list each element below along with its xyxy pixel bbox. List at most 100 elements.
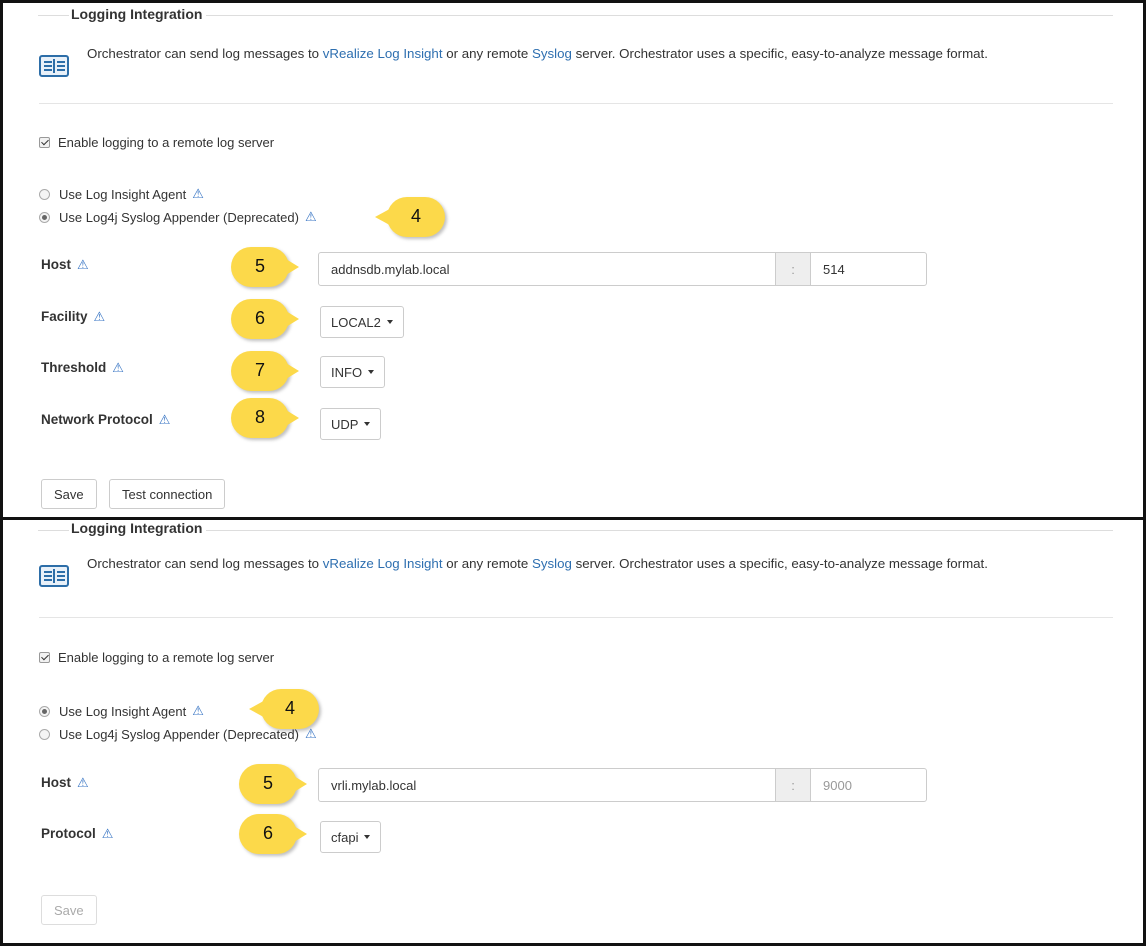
- warning-icon[interactable]: ⚠: [94, 309, 106, 325]
- radio-agent-label: Use Log Insight Agent: [59, 186, 187, 202]
- port-input[interactable]: 514: [811, 253, 926, 285]
- warning-icon[interactable]: ⚠: [112, 360, 124, 376]
- callout-number: 5: [254, 256, 265, 276]
- syslog-link[interactable]: Syslog: [532, 556, 572, 571]
- intro-mid: or any remote: [442, 556, 532, 571]
- section-title: Logging Integration: [69, 520, 207, 536]
- intro-pre: Orchestrator can send log messages to: [87, 556, 323, 571]
- callout-badge: 7: [231, 351, 299, 391]
- logging-panel-log4j: Logging Integration Orchestrator can sen…: [0, 0, 1146, 519]
- radio-log-insight-agent[interactable]: Use Log Insight Agent ⚠: [39, 186, 204, 202]
- intro-text: Orchestrator can send log messages to vR…: [87, 555, 988, 573]
- network-protocol-label-text: Network Protocol: [41, 412, 153, 427]
- protocol-dropdown[interactable]: cfapi: [320, 821, 382, 853]
- checkbox-checked-icon[interactable]: [39, 137, 50, 148]
- facility-label-text: Facility: [41, 309, 88, 324]
- host-label: Host ⚠: [41, 775, 89, 791]
- host-label: Host ⚠: [41, 257, 89, 273]
- radio-on-icon[interactable]: [39, 705, 50, 717]
- protocol-value: cfapi: [331, 829, 359, 845]
- intro-row: Orchestrator can send log messages to vR…: [39, 555, 988, 587]
- intro-pre: Orchestrator can send log messages to: [87, 46, 323, 61]
- facility-value: LOCAL2: [331, 314, 381, 330]
- callout-number: 6: [262, 823, 273, 843]
- book-icon: [39, 55, 69, 77]
- callout-number: 4: [284, 698, 295, 718]
- checkbox-checked-icon[interactable]: [39, 652, 50, 663]
- logging-panel-agent: Logging Integration Orchestrator can sen…: [0, 517, 1146, 946]
- enable-logging-checkbox[interactable]: Enable logging to a remote log server: [39, 135, 274, 150]
- callout-number: 4: [410, 206, 421, 226]
- callout-badge: 8: [231, 398, 299, 438]
- threshold-label-text: Threshold: [41, 360, 107, 375]
- radio-log-insight-agent[interactable]: Use Log Insight Agent ⚠: [39, 703, 204, 719]
- save-button[interactable]: Save: [41, 479, 97, 509]
- section-title: Logging Integration: [69, 6, 207, 22]
- callout-number: 6: [254, 308, 265, 328]
- callout-number: 8: [254, 407, 265, 427]
- radio-off-icon[interactable]: [39, 188, 50, 200]
- callout-number: 7: [254, 360, 265, 380]
- protocol-label-text: Protocol: [41, 826, 96, 841]
- divider: [39, 103, 1113, 104]
- enable-logging-checkbox[interactable]: Enable logging to a remote log server: [39, 650, 274, 665]
- callout-badge: 5: [231, 247, 299, 287]
- warning-icon[interactable]: ⚠: [102, 826, 114, 842]
- host-label-text: Host: [41, 257, 71, 272]
- network-protocol-label: Network Protocol ⚠: [41, 412, 170, 428]
- facility-label: Facility ⚠: [41, 309, 105, 325]
- enable-logging-label: Enable logging to a remote log server: [58, 650, 275, 665]
- warning-icon[interactable]: ⚠: [77, 775, 89, 791]
- network-protocol-value: UDP: [331, 416, 359, 432]
- caret-down-icon: [386, 320, 393, 324]
- radio-log4j-appender[interactable]: Use Log4j Syslog Appender (Deprecated) ⚠: [39, 209, 317, 225]
- warning-icon[interactable]: ⚠: [192, 186, 204, 202]
- intro-mid: or any remote: [442, 46, 532, 61]
- radio-log4j-label: Use Log4j Syslog Appender (Deprecated): [59, 726, 299, 742]
- intro-row: Orchestrator can send log messages to vR…: [39, 45, 988, 77]
- test-connection-button[interactable]: Test connection: [109, 479, 226, 509]
- callout-badge: 6: [239, 814, 307, 854]
- divider: [39, 617, 1113, 618]
- radio-on-icon[interactable]: [39, 211, 50, 223]
- host-input[interactable]: addnsdb.mylab.local: [319, 253, 775, 285]
- warning-icon[interactable]: ⚠: [159, 412, 171, 428]
- threshold-label: Threshold ⚠: [41, 360, 124, 376]
- threshold-value: INFO: [331, 364, 363, 380]
- callout-number: 5: [262, 773, 273, 793]
- enable-logging-label: Enable logging to a remote log server: [58, 135, 275, 150]
- log-insight-link[interactable]: vRealize Log Insight: [323, 556, 443, 571]
- radio-log4j-label: Use Log4j Syslog Appender (Deprecated): [59, 209, 299, 225]
- intro-text: Orchestrator can send log messages to vR…: [87, 45, 988, 63]
- host-label-text: Host: [41, 775, 71, 790]
- port-input[interactable]: 9000: [811, 769, 926, 801]
- caret-down-icon: [364, 835, 371, 839]
- port-separator: :: [775, 769, 811, 801]
- book-icon: [39, 565, 69, 587]
- network-protocol-dropdown[interactable]: UDP: [320, 408, 382, 440]
- warning-icon[interactable]: ⚠: [77, 257, 89, 273]
- callout-badge: 6: [231, 299, 299, 339]
- warning-icon[interactable]: ⚠: [305, 209, 317, 225]
- facility-dropdown[interactable]: LOCAL2: [320, 306, 404, 338]
- intro-post: server. Orchestrator uses a specific, ea…: [571, 46, 988, 61]
- save-button[interactable]: Save: [41, 895, 97, 925]
- radio-off-icon[interactable]: [39, 728, 50, 740]
- threshold-dropdown[interactable]: INFO: [320, 356, 386, 388]
- host-input[interactable]: vrli.mylab.local: [319, 769, 775, 801]
- host-input-group: addnsdb.mylab.local : 514: [318, 252, 927, 286]
- caret-down-icon: [368, 370, 375, 374]
- callout-badge: 4: [249, 689, 319, 729]
- port-separator: :: [775, 253, 811, 285]
- intro-post: server. Orchestrator uses a specific, ea…: [571, 556, 988, 571]
- warning-icon[interactable]: ⚠: [305, 726, 317, 742]
- radio-log4j-appender[interactable]: Use Log4j Syslog Appender (Deprecated) ⚠: [39, 726, 317, 742]
- caret-down-icon: [364, 422, 371, 426]
- radio-agent-label: Use Log Insight Agent: [59, 703, 187, 719]
- warning-icon[interactable]: ⚠: [192, 703, 204, 719]
- callout-badge: 4: [375, 197, 445, 237]
- callout-badge: 5: [239, 764, 307, 804]
- syslog-link[interactable]: Syslog: [532, 46, 572, 61]
- protocol-label: Protocol ⚠: [41, 826, 113, 842]
- log-insight-link[interactable]: vRealize Log Insight: [323, 46, 443, 61]
